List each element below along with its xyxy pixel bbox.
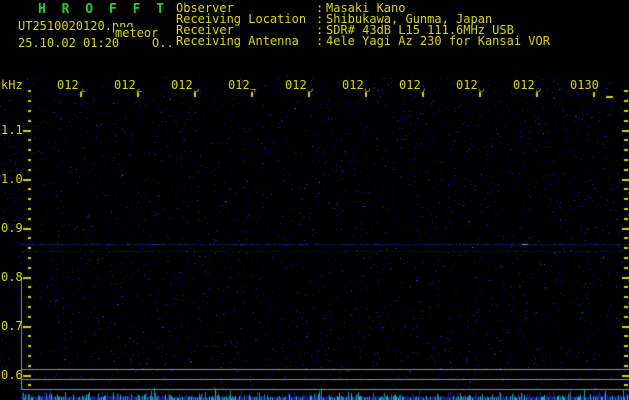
spectrogram-canvas bbox=[0, 0, 629, 400]
x-tick-label: 0121 bbox=[57, 78, 86, 95]
y-tick-label: 0.7 bbox=[1, 319, 23, 333]
x-tick-label: 0130 bbox=[570, 78, 599, 92]
y-axis-unit-label: kHz bbox=[1, 78, 23, 92]
info-row-antenna: Receiving Antenna:4ele Yagi Az 230 for K… bbox=[176, 34, 550, 48]
x-tick-label: 0125 bbox=[285, 78, 314, 95]
x-tick-label: 0124 bbox=[228, 78, 257, 95]
app-title: H R O F F T bbox=[38, 2, 169, 17]
x-tick-label: 0127 bbox=[399, 78, 428, 95]
x-tick-label: 0122 bbox=[114, 78, 143, 95]
x-tick-label: 0128 bbox=[456, 78, 485, 95]
y-tick-label: 0.8 bbox=[1, 270, 23, 284]
x-tick-label: 0129 bbox=[513, 78, 542, 95]
x-tick-label: 0123 bbox=[171, 78, 200, 95]
y-tick-label: 1.0 bbox=[1, 172, 23, 186]
y-tick-label: 0.6 bbox=[1, 368, 23, 382]
capture-datetime: 25.10.02 01:20 bbox=[18, 36, 120, 50]
x-tick-label: 0126 bbox=[342, 78, 371, 95]
station-info: Observer: Masaki Kano Receiving Location:… bbox=[176, 2, 550, 48]
y-tick-label: 1.1 bbox=[1, 123, 23, 137]
hrofft-screen: H R O F F T UT2510020120.png meteor 25.1… bbox=[0, 0, 629, 400]
status-indicator: O.. bbox=[152, 36, 174, 50]
y-tick-label: 0.9 bbox=[1, 221, 23, 235]
